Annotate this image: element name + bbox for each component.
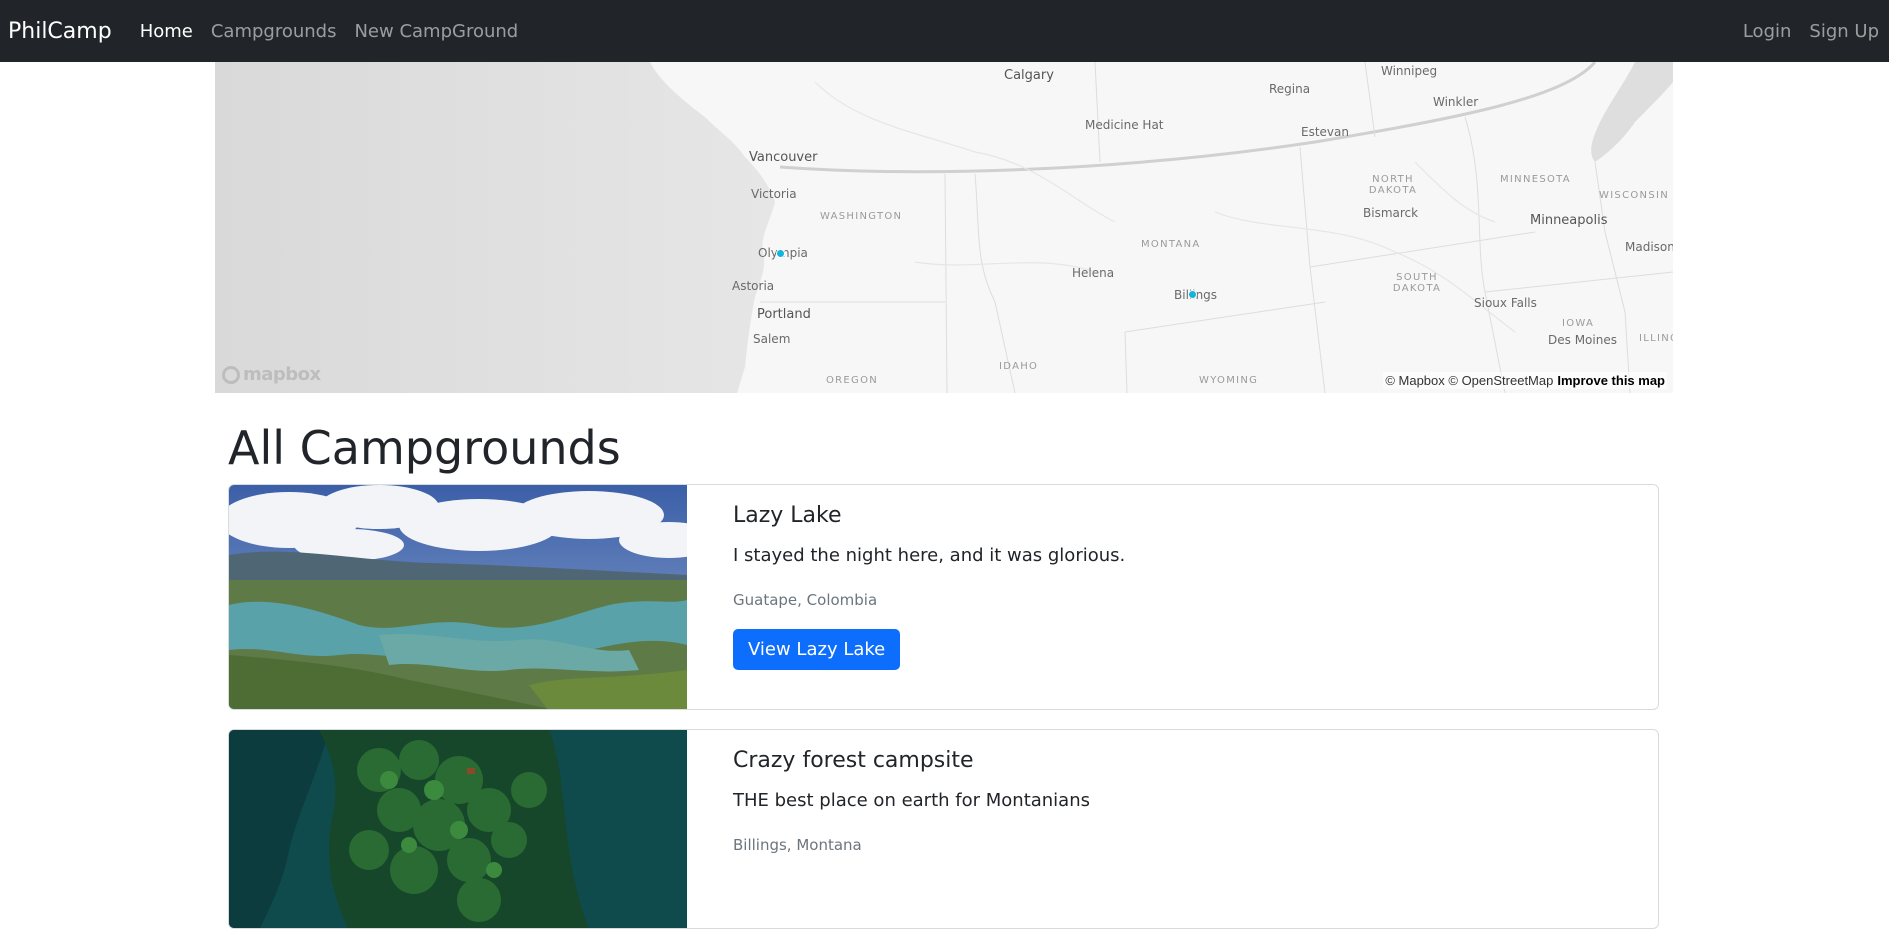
map-label-medicine-hat: Medicine Hat — [1085, 118, 1164, 132]
map-label-wyoming: WYOMING — [1199, 375, 1259, 386]
map-label-madison: Madison — [1625, 240, 1673, 254]
map-label-estevan: Estevan — [1301, 125, 1349, 139]
nav-campgrounds-link[interactable]: Campgrounds — [211, 21, 337, 42]
map-label-illinois: ILLINOIS — [1639, 333, 1673, 344]
campground-card: Crazy forest campsite THE best place on … — [228, 729, 1659, 929]
campground-location: Guatape, Colombia — [733, 591, 878, 609]
map-background — [215, 62, 1673, 393]
nav-signup-link[interactable]: Sign Up — [1809, 21, 1879, 42]
map-label-vancouver: Vancouver — [749, 150, 818, 165]
lake-landscape-image — [229, 485, 687, 709]
nav-auth-links: Login Sign Up — [1725, 21, 1879, 42]
map-label-victoria: Victoria — [751, 187, 797, 201]
map-label-montana: MONTANA — [1141, 239, 1201, 250]
map-label-iowa: IOWA — [1562, 318, 1595, 329]
map-label-wisconsin: WISCONSIN — [1599, 190, 1669, 201]
map-label-minneapolis: Minneapolis — [1530, 213, 1608, 228]
ocean-shape — [215, 62, 775, 393]
map-label-oregon: OREGON — [826, 375, 879, 386]
cluster-map[interactable]: Calgary Regina Winnipeg Winkler Medicine… — [215, 62, 1673, 393]
campground-image — [229, 485, 687, 709]
map-marker-olympia[interactable] — [776, 249, 785, 258]
campground-location: Billings, Montana — [733, 836, 862, 854]
map-label-minnesota: MINNESOTA — [1500, 174, 1571, 185]
map-label-idaho: IDAHO — [999, 361, 1039, 372]
brand-logo-link[interactable]: PhilCamp — [8, 19, 112, 44]
map-label-portland: Portland — [757, 307, 811, 322]
campground-title: Crazy forest campsite — [733, 748, 974, 773]
map-label-helena: Helena — [1072, 266, 1115, 280]
map-label-regina: Regina — [1269, 82, 1311, 96]
view-campground-button[interactable]: View Lazy Lake — [733, 629, 901, 670]
page-title: All Campgrounds — [228, 421, 621, 475]
map-label-south-dakota: SOUTH DAKOTA — [1392, 272, 1442, 294]
map-attribution-credit[interactable]: © Mapbox © OpenStreetMap — [1385, 373, 1553, 388]
map-label-salem: Salem — [753, 332, 791, 346]
nav-login-link[interactable]: Login — [1743, 21, 1792, 42]
map-label-calgary: Calgary — [1004, 68, 1054, 83]
nav-new-campground-link[interactable]: New CampGround — [354, 21, 518, 42]
mapbox-logo-text: mapbox — [243, 364, 321, 385]
map-marker-billings[interactable] — [1188, 290, 1197, 299]
nav-home-link[interactable]: Home — [140, 21, 193, 42]
mapbox-logo[interactable]: mapbox — [222, 364, 321, 385]
map-label-washington: WASHINGTON — [820, 211, 903, 222]
map-label-sioux-falls: Sioux Falls — [1474, 296, 1537, 310]
map-label-des-moines: Des Moines — [1548, 333, 1617, 347]
map-label-astoria: Astoria — [732, 279, 775, 293]
map-label-winnipeg: Winnipeg — [1381, 64, 1438, 78]
campground-card: Lazy Lake I stayed the night here, and i… — [228, 484, 1659, 710]
map-label-bismarck: Bismarck — [1363, 206, 1419, 220]
campground-description: THE best place on earth for Montanians — [733, 790, 1091, 811]
map-label-winkler: Winkler — [1433, 95, 1479, 109]
navbar: PhilCamp Home Campgrounds New CampGround… — [0, 0, 1889, 62]
mapbox-logo-icon — [222, 365, 240, 384]
forest-island-image — [229, 730, 687, 928]
campground-description: I stayed the night here, and it was glor… — [733, 545, 1126, 566]
campground-title: Lazy Lake — [733, 503, 842, 528]
map-label-north-dakota: NORTH DAKOTA — [1368, 174, 1418, 196]
map-attribution: © Mapbox © OpenStreetMap Improve this map — [1383, 372, 1667, 389]
improve-map-link[interactable]: Improve this map — [1557, 373, 1665, 388]
campground-image — [229, 730, 687, 928]
